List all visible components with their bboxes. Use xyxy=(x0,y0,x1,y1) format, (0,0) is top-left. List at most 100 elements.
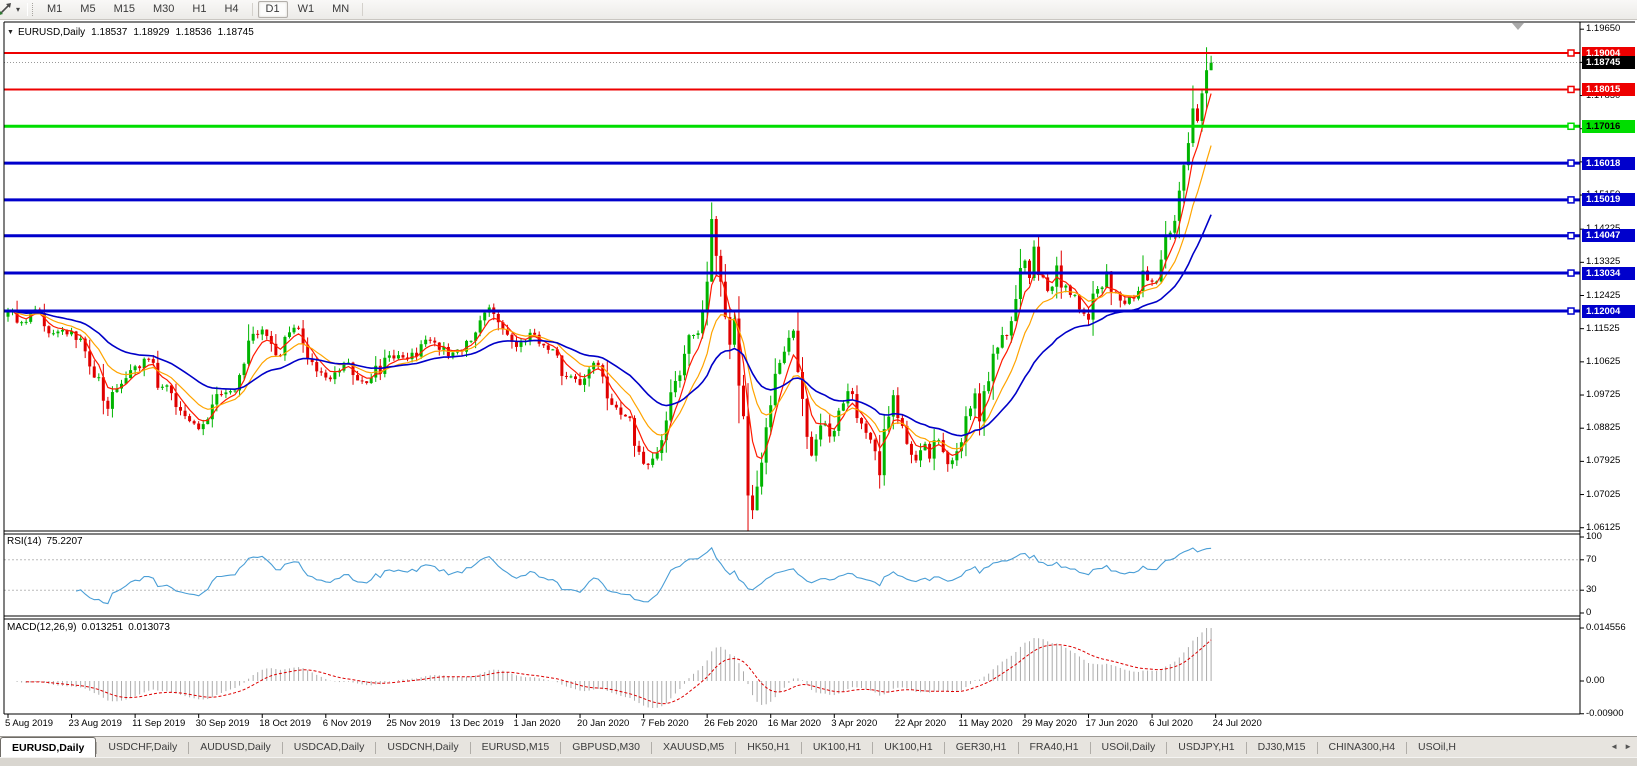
chart-tab-hk50-h1[interactable]: HK50,H1 xyxy=(736,737,801,758)
date-axis-label: 26 Feb 2020 xyxy=(704,718,757,729)
chart-tab-usdjpy-h1[interactable]: USDJPY,H1 xyxy=(1167,737,1245,758)
timeframe-button-m30[interactable]: M30 xyxy=(145,1,182,18)
rsi-value: 75.2207 xyxy=(46,536,82,547)
rsi-name: RSI(14) xyxy=(7,536,41,547)
chart-symbol-label: EURUSD,Daily xyxy=(18,27,85,38)
date-axis-label: 24 Jul 2020 xyxy=(1213,718,1262,729)
status-strip xyxy=(0,757,1637,766)
tab-scroll-right-icon[interactable]: ► xyxy=(1624,742,1632,751)
chart-tab-usdchf-daily[interactable]: USDCHF,Daily xyxy=(97,737,188,758)
chart-tab-dj30-m15[interactable]: DJ30,M15 xyxy=(1247,737,1317,758)
mt4-window: ▾ M1M5M15M30H1H4 D1W1MN ▼ EURUSD,Daily 1.18… xyxy=(0,0,1637,766)
price-chart-area[interactable]: ▼ EURUSD,Daily 1.18537 1.18929 1.18536 1.1874… xyxy=(0,20,1637,735)
rsi-indicator-title: RSI(14) 75.2207 xyxy=(7,536,83,547)
chart-tab-usdcnh-daily[interactable]: USDCNH,Daily xyxy=(376,737,469,758)
chart-tab-fra40-h1[interactable]: FRA40,H1 xyxy=(1019,737,1090,758)
date-axis-label: 29 May 2020 xyxy=(1022,718,1077,729)
macd-axis-tick: 0.00 xyxy=(1586,676,1605,686)
price-level-badge: 1.14047 xyxy=(1582,229,1635,242)
toolbar: ▾ M1M5M15M30H1H4 D1W1MN xyxy=(0,0,1637,20)
timeframe-button-h4[interactable]: H4 xyxy=(216,1,246,18)
chart-tab-gbpusd-m30[interactable]: GBPUSD,M30 xyxy=(561,737,651,758)
timeframe-button-m15[interactable]: M15 xyxy=(106,1,143,18)
rsi-axis-tick: 70 xyxy=(1586,555,1597,565)
date-axis-label: 30 Sep 2019 xyxy=(196,718,250,729)
rsi-axis-tick: 30 xyxy=(1586,585,1597,595)
macd-axis-tick: -0.00900 xyxy=(1586,709,1624,719)
price-level-badge: 1.17016 xyxy=(1582,120,1635,133)
chart-tab-usdcad-daily[interactable]: USDCAD,Daily xyxy=(283,737,376,758)
price-axis-tick: 1.19650 xyxy=(1586,24,1620,34)
date-axis-label: 6 Nov 2019 xyxy=(323,718,372,729)
price-level-badge: 1.18015 xyxy=(1582,83,1635,96)
macd-indicator-title: MACD(12,26,9) 0.013251 0.013073 xyxy=(7,622,170,633)
chart-tab-uk100-h1[interactable]: UK100,H1 xyxy=(802,737,872,758)
date-axis-label: 20 Jan 2020 xyxy=(577,718,629,729)
date-axis-label: 16 Mar 2020 xyxy=(768,718,821,729)
price-axis-tick: 1.09725 xyxy=(1586,390,1620,400)
macd-axis-tick: 0.014556 xyxy=(1586,623,1626,633)
crosshair-tool-button[interactable]: ▾ xyxy=(0,1,23,18)
price-level-badge: 1.16018 xyxy=(1582,157,1635,170)
chart-ohlc-header: ▼ EURUSD,Daily 1.18537 1.18929 1.18536 1.1874… xyxy=(7,27,254,38)
date-axis-label: 18 Oct 2019 xyxy=(259,718,311,729)
tab-scroll-left-icon[interactable]: ◄ xyxy=(1610,742,1618,751)
date-axis-label: 11 May 2020 xyxy=(958,718,1012,729)
ohlc-close: 1.18745 xyxy=(218,27,254,38)
chart-tab-uk100-h1[interactable]: UK100,H1 xyxy=(873,737,943,758)
price-level-badge: 1.13034 xyxy=(1582,267,1635,280)
macd-name: MACD(12,26,9) xyxy=(7,622,76,633)
price-axis-tick: 1.07025 xyxy=(1586,490,1620,500)
timeframe-button-m1[interactable]: M1 xyxy=(39,1,70,18)
ohlc-high: 1.18929 xyxy=(133,27,169,38)
date-axis-label: 5 Aug 2019 xyxy=(5,718,53,729)
ohlc-low: 1.18536 xyxy=(175,27,211,38)
chart-tab-ger30-h1[interactable]: GER30,H1 xyxy=(945,737,1018,758)
toolbar-separator xyxy=(362,3,363,16)
chart-tab-usoil-daily[interactable]: USOil,Daily xyxy=(1091,737,1167,758)
price-chart-canvas xyxy=(0,20,1637,736)
price-axis-tick: 1.07925 xyxy=(1586,456,1620,466)
date-axis-label: 13 Dec 2019 xyxy=(450,718,504,729)
macd-main-value: 0.013251 xyxy=(81,622,123,633)
chart-tab-eurusd-m15[interactable]: EURUSD,M15 xyxy=(471,737,561,758)
toolbar-separator xyxy=(252,3,253,16)
timeframe-button-group: M1M5M15M30H1H4 D1W1MN xyxy=(38,1,367,18)
chart-tab-bar: EURUSD,DailyUSDCHF,DailyAUDUSD,DailyUSDC… xyxy=(0,736,1637,758)
collapse-arrow-icon[interactable]: ▼ xyxy=(7,29,14,36)
tab-scroll-arrows: ◄ ► xyxy=(1603,737,1635,756)
rsi-axis-tick: 0 xyxy=(1586,608,1591,618)
date-axis-label: 7 Feb 2020 xyxy=(641,718,689,729)
date-axis-label: 25 Nov 2019 xyxy=(386,718,440,729)
date-axis-label: 22 Apr 2020 xyxy=(895,718,946,729)
price-axis-tick: 1.12425 xyxy=(1586,291,1620,301)
chart-tab-china300-h4[interactable]: CHINA300,H4 xyxy=(1318,737,1407,758)
toolbar-grip xyxy=(27,3,33,16)
ohlc-open: 1.18537 xyxy=(91,27,127,38)
chart-tab-eurusd-daily[interactable]: EURUSD,Daily xyxy=(0,737,96,758)
date-axis-label: 11 Sep 2019 xyxy=(132,718,185,729)
timeframe-button-m5[interactable]: M5 xyxy=(72,1,103,18)
chart-tab-xauusd-m5[interactable]: XAUUSD,M5 xyxy=(652,737,735,758)
rsi-axis-tick: 100 xyxy=(1586,532,1602,542)
price-level-badge: 1.12004 xyxy=(1582,305,1635,318)
timeframe-button-d1[interactable]: D1 xyxy=(258,1,288,18)
dropdown-arrow-icon: ▾ xyxy=(16,5,20,14)
date-axis-label: 6 Jul 2020 xyxy=(1149,718,1193,729)
timeframe-button-h1[interactable]: H1 xyxy=(184,1,214,18)
crosshair-cursor-icon xyxy=(0,2,14,17)
date-axis-label: 1 Jan 2020 xyxy=(513,718,560,729)
date-axis-label: 17 Jun 2020 xyxy=(1086,718,1138,729)
timeframe-button-mn[interactable]: MN xyxy=(324,1,357,18)
date-axis-label: 23 Aug 2019 xyxy=(69,718,122,729)
price-level-badge: 1.15019 xyxy=(1582,193,1635,206)
price-axis-tick: 1.10625 xyxy=(1586,357,1620,367)
chart-tab-audusd-daily[interactable]: AUDUSD,Daily xyxy=(189,737,282,758)
chart-tab-usoil-h[interactable]: USOil,H xyxy=(1407,737,1467,758)
price-axis-tick: 1.11525 xyxy=(1586,324,1620,334)
price-axis-tick: 1.08825 xyxy=(1586,423,1620,433)
macd-signal-value: 0.013073 xyxy=(128,622,170,633)
current-price-badge: 1.18745 xyxy=(1582,56,1635,69)
date-axis-label: 3 Apr 2020 xyxy=(831,718,877,729)
timeframe-button-w1[interactable]: W1 xyxy=(290,1,323,18)
